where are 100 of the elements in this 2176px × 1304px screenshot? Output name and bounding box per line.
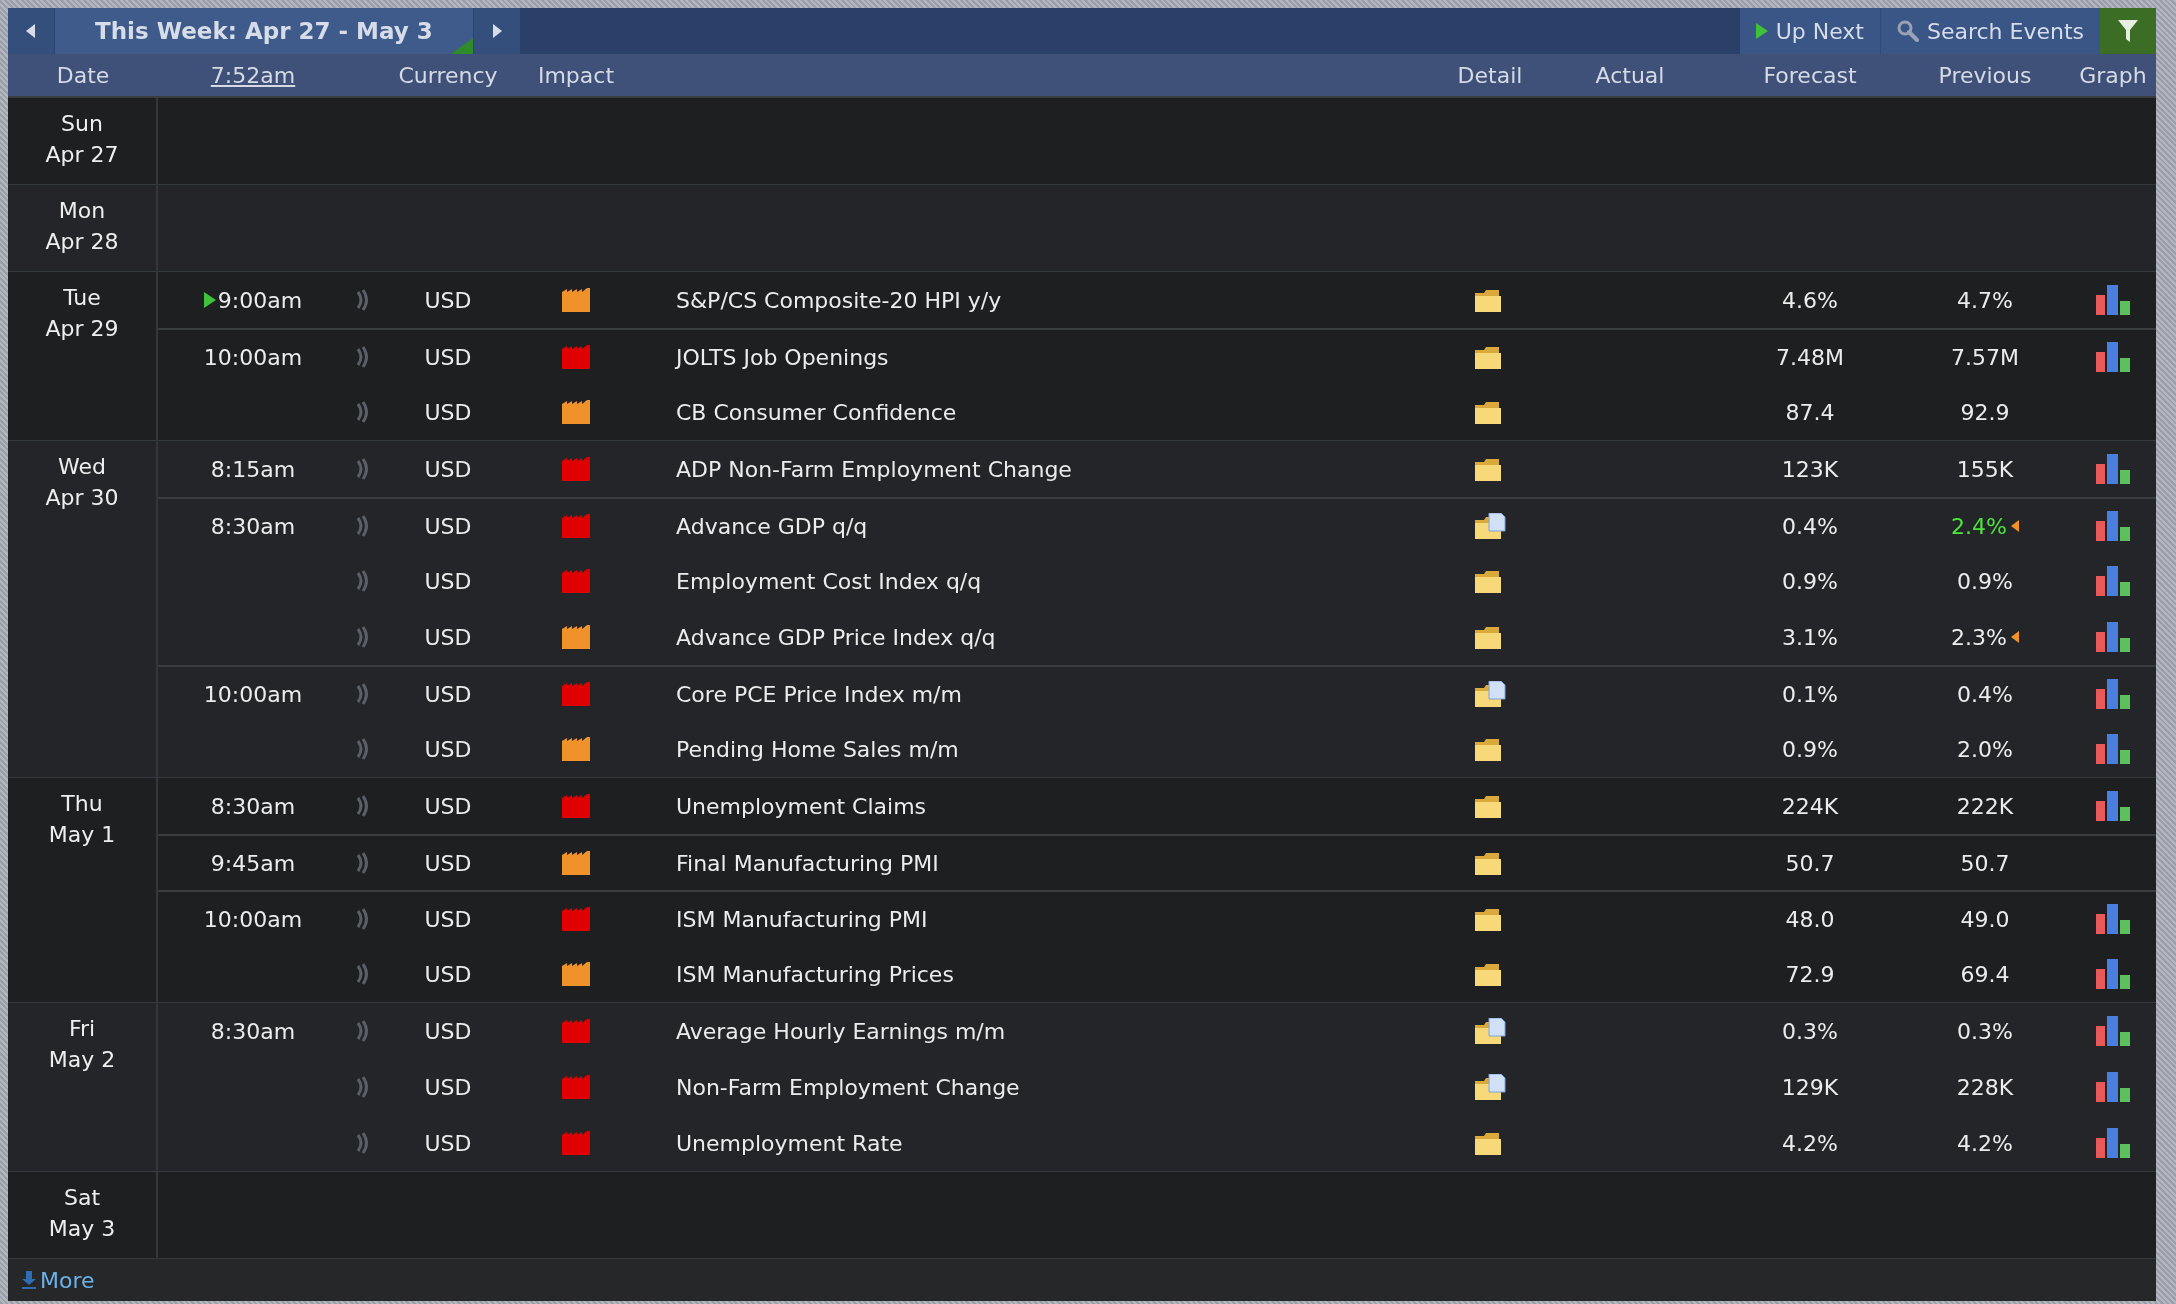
forecast-value: 123K bbox=[1781, 456, 1839, 482]
bar-chart-icon[interactable] bbox=[2096, 622, 2130, 652]
currency-label: USD bbox=[424, 906, 472, 932]
date-label: Apr 29 bbox=[45, 315, 119, 343]
bar-chart-icon[interactable] bbox=[2096, 454, 2130, 484]
sound-icon[interactable] bbox=[356, 1020, 370, 1042]
folder-document-icon[interactable] bbox=[1474, 513, 1506, 539]
event-title[interactable]: Average Hourly Earnings m/m bbox=[634, 1018, 1006, 1044]
previous-value: 2.0% bbox=[1957, 736, 2013, 762]
event-title[interactable]: ISM Manufacturing PMI bbox=[634, 906, 928, 932]
event-title[interactable]: Advance GDP q/q bbox=[634, 513, 868, 539]
sound-icon[interactable] bbox=[356, 963, 370, 985]
previous-value: 2.4% bbox=[1951, 513, 2007, 539]
bar-chart-icon[interactable] bbox=[2096, 285, 2130, 315]
sound-icon[interactable] bbox=[356, 458, 370, 480]
currency-label: USD bbox=[424, 287, 472, 313]
event-title[interactable]: Core PCE Price Index m/m bbox=[634, 681, 962, 707]
currency-label: USD bbox=[424, 681, 472, 707]
bar-chart-icon[interactable] bbox=[2096, 342, 2130, 372]
sound-icon[interactable] bbox=[356, 738, 370, 760]
event-title[interactable]: ADP Non-Farm Employment Change bbox=[634, 456, 1072, 482]
sound-icon[interactable] bbox=[356, 908, 370, 930]
forecast-value: 0.3% bbox=[1782, 1018, 1838, 1044]
weekday-label: Thu bbox=[61, 790, 103, 818]
event-title[interactable]: Advance GDP Price Index q/q bbox=[634, 624, 996, 650]
filter-button[interactable] bbox=[2100, 8, 2156, 54]
sound-icon[interactable] bbox=[356, 515, 370, 537]
event-title[interactable]: ISM Manufacturing Prices bbox=[634, 961, 954, 987]
sound-icon[interactable] bbox=[356, 683, 370, 705]
forecast-value: 87.4 bbox=[1785, 399, 1835, 425]
previous-value: 0.3% bbox=[1957, 1018, 2013, 1044]
currency-label: USD bbox=[424, 399, 472, 425]
forecast-value: 4.6% bbox=[1782, 287, 1838, 313]
bar-chart-icon[interactable] bbox=[2096, 566, 2130, 596]
time-label: 10:00am bbox=[203, 681, 303, 707]
sound-icon[interactable] bbox=[356, 401, 370, 423]
forecast-value: 3.1% bbox=[1782, 624, 1838, 650]
date-label: May 1 bbox=[48, 821, 116, 849]
event-title[interactable]: S&P/CS Composite-20 HPI y/y bbox=[634, 287, 1002, 313]
bar-chart-icon[interactable] bbox=[2096, 511, 2130, 541]
up-next-button[interactable]: Up Next bbox=[1739, 8, 1880, 54]
previous-value: 228K bbox=[1956, 1074, 2014, 1100]
currency-label: USD bbox=[424, 513, 472, 539]
time-label: 8:15am bbox=[210, 456, 296, 482]
download-arrow-icon bbox=[22, 1271, 36, 1289]
left-arrow-icon bbox=[26, 24, 36, 38]
week-selector[interactable]: This Week: Apr 27 - May 3 bbox=[54, 8, 474, 54]
date-label: May 3 bbox=[48, 1215, 116, 1243]
folder-document-icon[interactable] bbox=[1474, 681, 1506, 707]
currency-label: USD bbox=[424, 736, 472, 762]
previous-value: 222K bbox=[1956, 793, 2014, 819]
bar-chart-icon[interactable] bbox=[2096, 1072, 2130, 1102]
previous-value: 49.0 bbox=[1960, 906, 2010, 932]
currency-label: USD bbox=[424, 793, 472, 819]
time-label: 8:30am bbox=[210, 793, 296, 819]
next-week-button[interactable] bbox=[473, 8, 520, 54]
column-header: Impact bbox=[536, 62, 616, 88]
sound-icon[interactable] bbox=[356, 1132, 370, 1154]
sound-icon[interactable] bbox=[356, 626, 370, 648]
sound-icon[interactable] bbox=[356, 1076, 370, 1098]
previous-week-button[interactable] bbox=[8, 8, 54, 54]
event-title[interactable]: Final Manufacturing PMI bbox=[634, 850, 939, 876]
bar-chart-icon[interactable] bbox=[2096, 1128, 2130, 1158]
sound-icon[interactable] bbox=[356, 795, 370, 817]
sound-icon[interactable] bbox=[356, 852, 370, 874]
currency-label: USD bbox=[424, 624, 472, 650]
weekday-label: Sun bbox=[61, 110, 103, 138]
sound-icon[interactable] bbox=[356, 570, 370, 592]
forecast-value: 0.9% bbox=[1782, 736, 1838, 762]
event-title[interactable]: Pending Home Sales m/m bbox=[634, 736, 959, 762]
event-title[interactable]: Non-Farm Employment Change bbox=[634, 1074, 1020, 1100]
event-title[interactable]: CB Consumer Confidence bbox=[634, 399, 957, 425]
more-link[interactable]: More bbox=[22, 1267, 95, 1293]
event-title[interactable]: Unemployment Claims bbox=[634, 793, 927, 819]
event-title[interactable]: JOLTS Job Openings bbox=[634, 344, 889, 370]
bar-chart-icon[interactable] bbox=[2096, 679, 2130, 709]
bar-chart-icon[interactable] bbox=[2096, 734, 2130, 764]
forecast-value: 4.2% bbox=[1782, 1130, 1838, 1156]
folder-document-icon[interactable] bbox=[1474, 1074, 1506, 1100]
event-title[interactable]: Unemployment Rate bbox=[634, 1130, 903, 1156]
folder-document-icon[interactable] bbox=[1474, 1018, 1506, 1044]
weekday-label: Fri bbox=[68, 1015, 96, 1043]
current-time-link[interactable]: 7:52am bbox=[210, 62, 296, 88]
bar-chart-icon[interactable] bbox=[2096, 959, 2130, 989]
forecast-value: 224K bbox=[1781, 793, 1839, 819]
sound-icon[interactable] bbox=[356, 346, 370, 368]
date-label: May 2 bbox=[48, 1046, 116, 1074]
date-label: Apr 30 bbox=[45, 484, 119, 512]
weekday-label: Sat bbox=[63, 1184, 101, 1212]
currency-label: USD bbox=[424, 850, 472, 876]
bar-chart-icon[interactable] bbox=[2096, 904, 2130, 934]
currency-label: USD bbox=[424, 1074, 472, 1100]
forecast-value: 48.0 bbox=[1785, 906, 1835, 932]
forecast-value: 0.9% bbox=[1782, 568, 1838, 594]
time-label: 8:30am bbox=[210, 1018, 296, 1044]
bar-chart-icon[interactable] bbox=[2096, 1016, 2130, 1046]
event-title[interactable]: Employment Cost Index q/q bbox=[634, 568, 982, 594]
sound-icon[interactable] bbox=[356, 289, 370, 311]
bar-chart-icon[interactable] bbox=[2096, 791, 2130, 821]
search-button[interactable]: Search Events bbox=[1879, 8, 2100, 54]
